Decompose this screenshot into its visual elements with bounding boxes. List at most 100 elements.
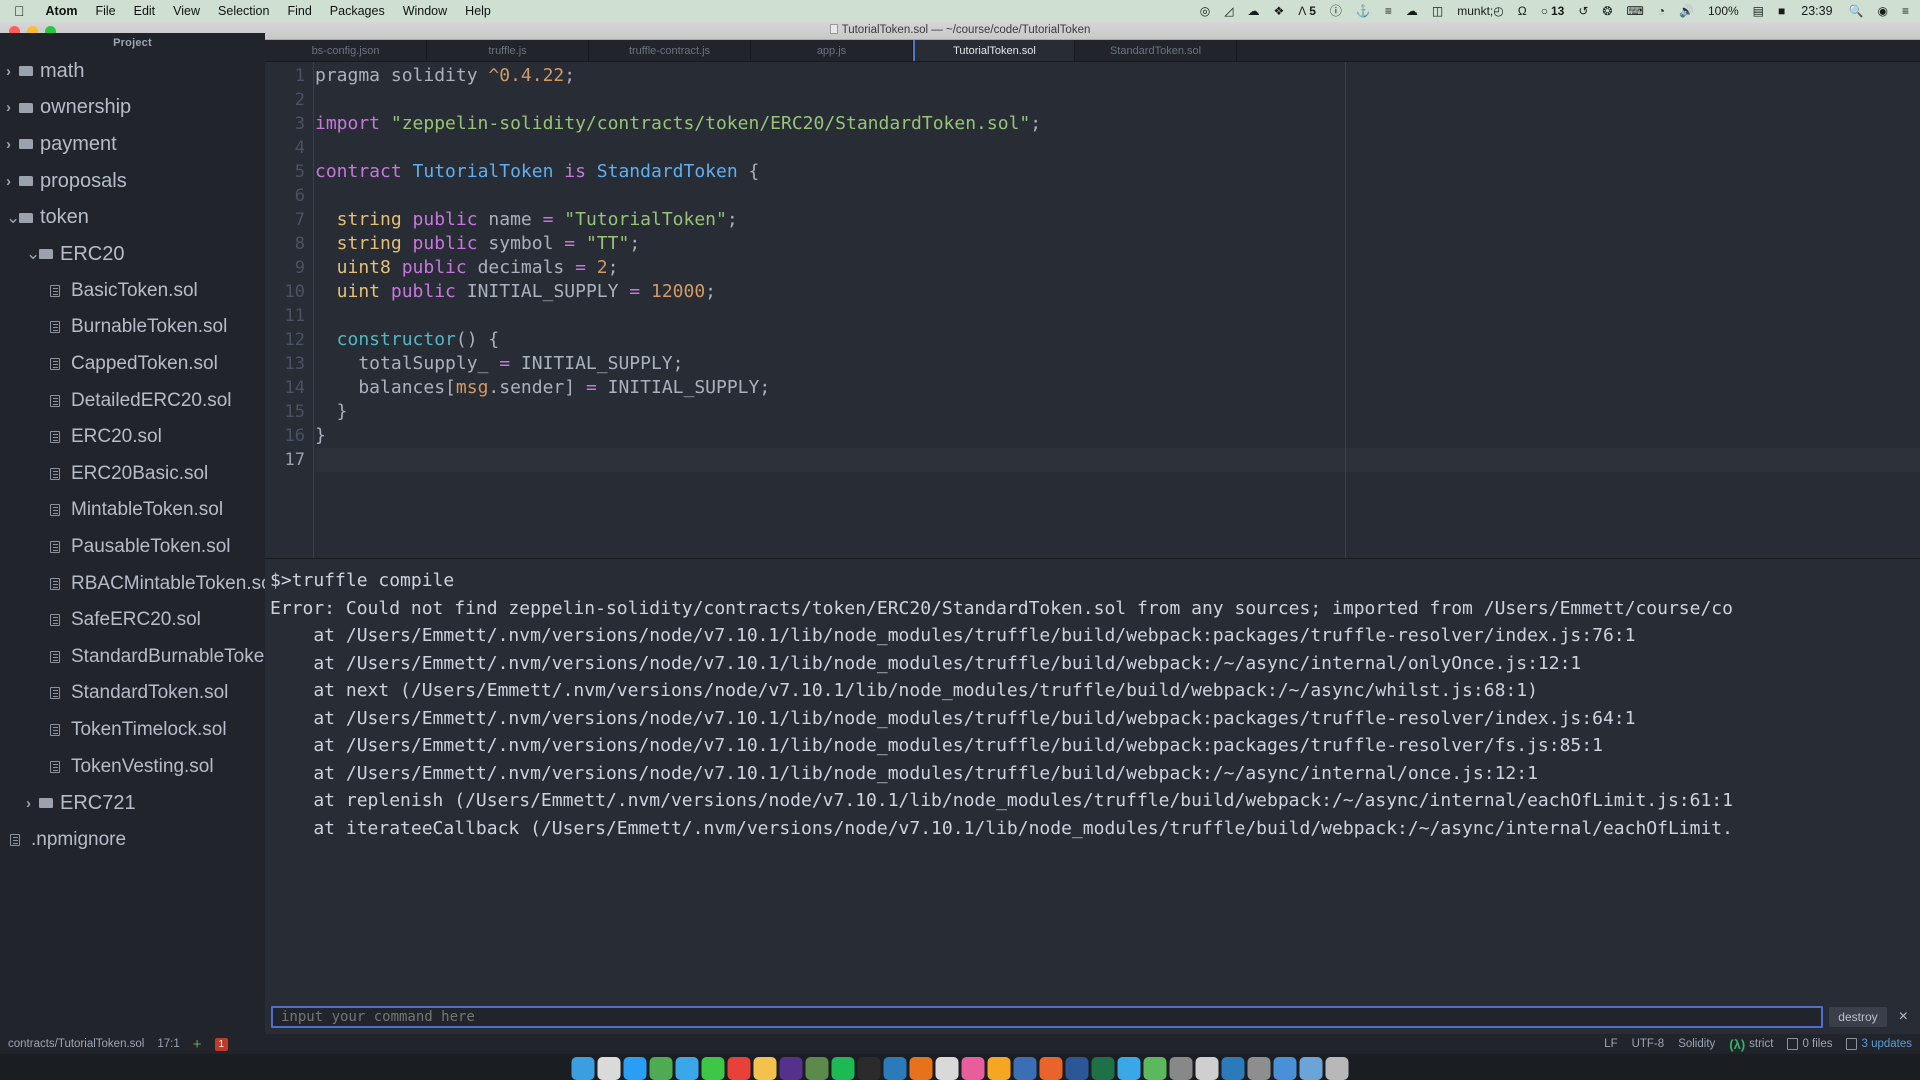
robo-icon[interactable]	[1169, 1057, 1193, 1080]
menu-item-file[interactable]: File	[86, 4, 124, 18]
status-line-ending[interactable]: LF	[1604, 1038, 1617, 1050]
info-circle-icon[interactable]: ⓘ	[1323, 5, 1349, 17]
tree-item-cappedtoken-sol[interactable]: CappedToken.sol	[0, 346, 265, 383]
code-line[interactable]: string public symbol = "TT";	[315, 232, 1920, 256]
time-machine-icon[interactable]: ↺	[1571, 5, 1595, 17]
status-error-badge[interactable]: 1	[214, 1037, 229, 1051]
mail-icon[interactable]	[675, 1057, 699, 1080]
status-add-icon[interactable]: +	[193, 1037, 202, 1052]
tree-item-erc20basic-sol[interactable]: ERC20Basic.sol	[0, 456, 265, 493]
menu-item-window[interactable]: Window	[394, 4, 456, 18]
tab-truffle-contract-js[interactable]: truffle-contract.js	[589, 40, 751, 61]
notes-icon[interactable]	[753, 1057, 777, 1080]
project-sidebar[interactable]: Project › math › ownership › payment › proposal…	[0, 33, 265, 1034]
chevron-right-icon[interactable]: ›	[6, 99, 19, 116]
tree-item-burnabletoken-sol[interactable]: BurnableToken.sol	[0, 309, 265, 346]
tab-app-js[interactable]: app.js	[751, 40, 913, 61]
tree-item-token[interactable]: ⌄ token	[0, 199, 265, 236]
chevron-right-icon[interactable]: ›	[6, 173, 19, 190]
menu-item-help[interactable]: Help	[456, 4, 500, 18]
xcode-icon[interactable]	[1013, 1057, 1037, 1080]
status-grammar[interactable]: Solidity	[1678, 1038, 1715, 1050]
code-line[interactable]	[315, 88, 1920, 112]
code-editor[interactable]: 1 2 3 4 5 6 7 8 9 10 11 12 13 14 15 16 17 pragma solidit…	[265, 62, 1920, 558]
notification-center-icon[interactable]: ≡	[1895, 5, 1916, 17]
tree-item-erc20-sol[interactable]: ERC20.sol	[0, 419, 265, 456]
terminal-close-icon[interactable]: ×	[1893, 1009, 1914, 1025]
folder-icon[interactable]	[1299, 1057, 1323, 1080]
menu-item-find[interactable]: Find	[278, 4, 320, 18]
battery-icon[interactable]: ▤	[1746, 5, 1771, 17]
chevron-right-icon[interactable]: ›	[26, 795, 39, 812]
keyboard-icon[interactable]: ⌨	[1619, 5, 1650, 17]
photos-icon[interactable]	[935, 1057, 959, 1080]
chevron-down-icon[interactable]: ⌄	[6, 209, 20, 226]
tab-tutorialtoken-sol[interactable]: TutorialToken.sol	[913, 40, 1075, 61]
wifi-icon[interactable]: ◔	[1651, 5, 1672, 17]
divvy-icon[interactable]: ◫	[1425, 5, 1450, 17]
launchpad-icon[interactable]	[597, 1057, 621, 1080]
numbers-icon[interactable]	[1143, 1057, 1167, 1080]
siri-icon[interactable]: ◉	[1871, 5, 1895, 17]
tree-item-standardtoken-sol[interactable]: StandardToken.sol	[0, 675, 265, 712]
code-line[interactable]: }	[315, 400, 1920, 424]
spotify-icon[interactable]	[831, 1057, 855, 1080]
code-line[interactable]: import "zeppelin-solidity/contracts/toke…	[315, 112, 1920, 136]
code-line[interactable]	[315, 448, 1920, 472]
tree-item-tokentimelock-sol[interactable]: TokenTimelock.sol	[0, 712, 265, 749]
cloudapp-icon[interactable]: ☁	[1399, 5, 1425, 17]
code-line[interactable]: contract TutorialToken is StandardToken …	[315, 160, 1920, 184]
dock-icons[interactable]	[571, 1054, 1349, 1080]
itunes-icon[interactable]	[961, 1057, 985, 1080]
keynote-icon[interactable]	[1117, 1057, 1141, 1080]
finder-icon[interactable]	[571, 1057, 595, 1080]
atom-icon[interactable]	[805, 1057, 829, 1080]
battery-percent[interactable]: 100%	[1701, 5, 1746, 17]
spotlight-search-icon[interactable]: 🔍	[1842, 5, 1871, 17]
menu-item-packages[interactable]: Packages	[321, 4, 394, 18]
tree-item-math[interactable]: › math	[0, 53, 265, 90]
downloads-icon[interactable]	[1273, 1057, 1297, 1080]
layers-icon[interactable]: ≡	[1378, 5, 1399, 17]
tab-bs-config-json[interactable]: bs-config.json	[265, 40, 427, 61]
safari-icon[interactable]	[623, 1057, 647, 1080]
tab-standardtoken-sol[interactable]: StandardToken.sol	[1075, 40, 1237, 61]
status-updates[interactable]: 3 updates	[1861, 1038, 1912, 1050]
menu-item-selection[interactable]: Selection	[209, 4, 278, 18]
tree-item-basictoken-sol[interactable]: BasicToken.sol	[0, 273, 265, 310]
tree-item-payment[interactable]: › payment	[0, 126, 265, 163]
code-line[interactable]: }	[315, 424, 1920, 448]
firefox-icon[interactable]	[909, 1057, 933, 1080]
postman-icon[interactable]	[1039, 1057, 1063, 1080]
volume-icon[interactable]: 🔊	[1672, 5, 1701, 17]
headphones-icon[interactable]: Ω	[1511, 5, 1534, 17]
file-tree[interactable]: › math › ownership › payment › proposals ⌄ token ⌄…	[0, 49, 265, 858]
tree-item-standardburnabletoken-sol[interactable]: StandardBurnableToken.sol	[0, 639, 265, 676]
status-file-path[interactable]: contracts/TutorialToken.sol	[8, 1038, 144, 1050]
bluetooth-icon[interactable]: ❂	[1595, 5, 1619, 17]
tree-item-npmignore[interactable]: .npmignore	[0, 821, 265, 858]
vscode-icon[interactable]	[883, 1057, 907, 1080]
menu-item-atom[interactable]: Atom	[37, 4, 87, 18]
tree-item-rbacmintabletoken-sol[interactable]: RBACMintableToken.sol	[0, 565, 265, 602]
notification-count-icon[interactable]: ○ 13	[1534, 5, 1572, 17]
tree-item-pausabletoken-sol[interactable]: PausableToken.sol	[0, 529, 265, 566]
menu-item-edit[interactable]: Edit	[125, 4, 165, 18]
us-flag-icon[interactable]: ■	[1771, 5, 1792, 17]
terminal-panel[interactable]: $>truffle compile Error: Could not find z…	[265, 558, 1920, 1034]
code-line[interactable]: balances[msg.sender] = INITIAL_SUPPLY;	[315, 376, 1920, 400]
tree-item-tokenvesting-sol[interactable]: TokenVesting.sol	[0, 748, 265, 785]
timer-icon[interactable]: munkt;◴	[1450, 5, 1510, 17]
sketch-icon[interactable]	[987, 1057, 1011, 1080]
trash-icon[interactable]	[1325, 1057, 1349, 1080]
excel-icon[interactable]	[1091, 1057, 1115, 1080]
slack-icon[interactable]	[779, 1057, 803, 1080]
tab-truffle-js[interactable]: truffle.js	[427, 40, 589, 61]
evernote-icon[interactable]: ◿	[1217, 5, 1240, 17]
tree-item-ownership[interactable]: › ownership	[0, 90, 265, 127]
word-icon[interactable]	[1065, 1057, 1089, 1080]
status-git-files[interactable]: 0 files	[1802, 1038, 1832, 1050]
editor-tabbar[interactable]: bs-config.json truffle.js truffle-contract…	[265, 40, 1920, 62]
code-line[interactable]	[315, 184, 1920, 208]
dropbox-icon[interactable]: ❖	[1266, 5, 1291, 17]
